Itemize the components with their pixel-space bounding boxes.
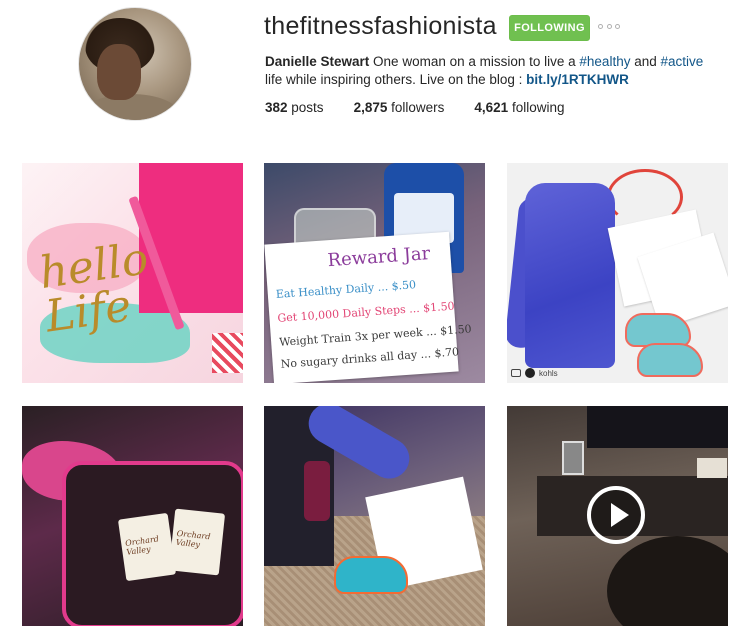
reward-line: No sugary drinks all day ... $.70 (280, 345, 460, 371)
repost-credit: kohls (511, 368, 558, 378)
snack-pack: Orchard Valley (117, 512, 177, 582)
sneaker (334, 556, 408, 594)
following-stat[interactable]: 4,621 following (474, 100, 564, 115)
play-icon[interactable] (587, 486, 645, 544)
followers-count: 2,875 (353, 100, 388, 115)
profile-stats: 382 posts 2,875 followers 4,621 followin… (265, 100, 594, 115)
followers-stat[interactable]: 2,875 followers (354, 100, 445, 115)
bio-text: life while inspiring others. Live on the… (265, 72, 527, 87)
repost-icon (511, 369, 521, 377)
washi-tape (212, 333, 243, 373)
television (587, 406, 728, 448)
profile-bio: Danielle Stewart One woman on a mission … (265, 53, 715, 89)
bio-text: One woman on a mission to live a (369, 54, 580, 69)
dot-icon (615, 23, 620, 29)
post-tile-planner[interactable] (264, 406, 485, 626)
avatar-shoulder (83, 94, 179, 120)
post-tile-hello-life[interactable]: hello Life (22, 163, 243, 383)
reward-card-title: Reward Jar (326, 243, 431, 272)
dog (607, 536, 728, 626)
sneaker (625, 313, 691, 347)
posts-stat: 382 posts (265, 100, 324, 115)
dot-icon (606, 23, 612, 29)
following-count: 4,621 (474, 100, 509, 115)
avatar-face (97, 44, 141, 100)
post-tile-reward-jar[interactable]: Reward Jar Eat Healthy Daily ... $.50 Ge… (264, 163, 485, 383)
posts-count: 382 (265, 100, 288, 115)
hashtag-active-link[interactable]: #active (660, 54, 703, 69)
water-bottle (304, 461, 330, 521)
more-options-icon[interactable] (598, 18, 620, 34)
reward-line: Get 10,000 Daily Steps ... $1.50 (277, 299, 455, 325)
picture-frame (562, 441, 584, 475)
bio-website-link[interactable]: bit.ly/1RTKHWR (526, 72, 629, 87)
blue-jacket (525, 183, 615, 368)
bio-text: and (630, 54, 661, 69)
credit-username: kohls (539, 368, 558, 378)
snack-brand: Orchard Valley (124, 534, 160, 557)
snack-pack: Orchard Valley (168, 508, 226, 576)
reward-line: Eat Healthy Daily ... $.50 (275, 278, 417, 301)
reward-jar-card: Reward Jar Eat Healthy Daily ... $.50 Ge… (264, 231, 472, 383)
lamp (697, 458, 727, 478)
snack-brand: Orchard Valley (175, 528, 211, 550)
avatar-icon (525, 368, 535, 378)
post-tile-video[interactable] (507, 406, 728, 626)
profile-avatar[interactable] (78, 7, 192, 121)
following-button[interactable]: FOLLOWING (509, 15, 590, 41)
followers-label: followers (387, 100, 445, 115)
post-tile-gym-bag[interactable]: Orchard Valley Orchard Valley (22, 406, 243, 626)
dot-icon (598, 23, 603, 29)
hashtag-healthy-link[interactable]: #healthy (579, 54, 630, 69)
following-label: following (508, 100, 565, 115)
sneaker (637, 343, 703, 377)
post-tile-kohls-jacket[interactable]: kohls (507, 163, 728, 383)
profile-username: thefitnessfashionista (264, 12, 497, 40)
profile-full-name: Danielle Stewart (265, 54, 370, 69)
reward-line: Weight Train 3x per week ... $1.50 (278, 322, 472, 349)
posts-label: posts (287, 100, 324, 115)
